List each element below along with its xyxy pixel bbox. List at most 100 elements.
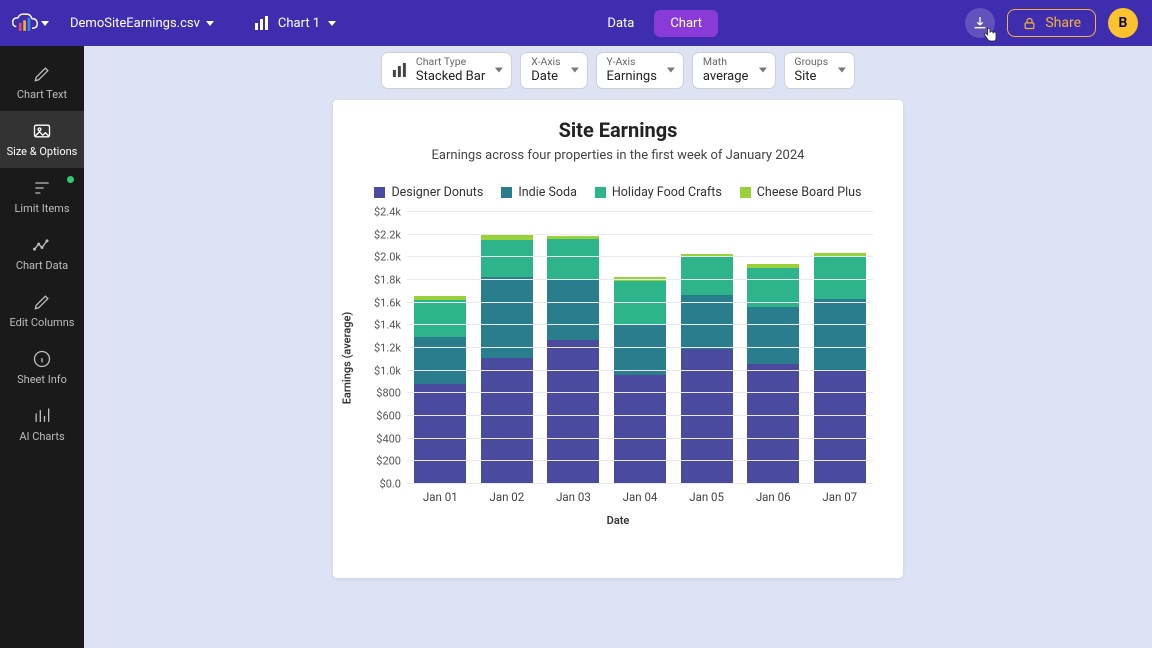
bar-segment[interactable]	[481, 277, 533, 359]
grid-line	[407, 347, 873, 348]
view-tabs: Data Chart	[591, 10, 718, 37]
line-chart-icon	[32, 235, 52, 255]
chart-title: Site Earnings	[559, 118, 678, 142]
config-groups[interactable]: GroupsSite	[783, 52, 855, 89]
bar-segment[interactable]	[414, 300, 466, 336]
x-axis-label: Date	[607, 514, 630, 527]
sidebar-item-chart-text[interactable]: Chart Text	[0, 54, 84, 111]
sidebar: Chart Text Size & Options Limit Items Ch…	[0, 46, 84, 648]
grid-line	[407, 279, 873, 280]
bar-stack[interactable]	[681, 212, 733, 484]
sidebar-item-limit-items[interactable]: Limit Items	[0, 168, 84, 225]
grid-line	[407, 256, 873, 257]
x-tick-label: Jan 01	[407, 484, 474, 508]
x-tick-label: Jan 07	[806, 484, 873, 508]
config-chart-type[interactable]: Chart TypeStacked Bar	[381, 52, 512, 89]
sidebar-item-sheet-info[interactable]: Sheet Info	[0, 339, 84, 396]
chart-plot-area: $0.0$200$400$600$800$1.0k$1.2k$1.4k$1.6k…	[407, 212, 873, 484]
bar-stack[interactable]	[814, 212, 866, 484]
y-tick-label: $2.4k	[374, 206, 407, 219]
config-y-axis[interactable]: Y-AxisEarnings	[596, 52, 684, 89]
y-tick-label: $2.0k	[374, 251, 407, 264]
bar-stack[interactable]	[481, 212, 533, 484]
bar-column	[474, 212, 541, 484]
y-tick-label: $0.0	[380, 478, 407, 491]
download-icon	[972, 15, 988, 31]
legend-swatch	[595, 187, 606, 198]
bar-segment[interactable]	[681, 257, 733, 294]
sidebar-item-size-options[interactable]: Size & Options	[0, 111, 84, 168]
sidebar-item-label: Edit Columns	[10, 316, 75, 329]
y-tick-label: $1.2k	[374, 342, 407, 355]
legend-swatch	[501, 187, 512, 198]
chart-card: Site Earnings Earnings across four prope…	[333, 100, 903, 578]
bar-segment[interactable]	[614, 281, 666, 325]
legend-label: Indie Soda	[518, 185, 577, 200]
legend-item[interactable]: Cheese Board Plus	[740, 185, 862, 200]
bar-segment[interactable]	[547, 279, 599, 340]
sidebar-item-label: AI Charts	[19, 430, 64, 443]
grid-line	[407, 438, 873, 439]
legend-item[interactable]: Indie Soda	[501, 185, 577, 200]
grid-line	[407, 324, 873, 325]
filter-icon	[32, 178, 52, 198]
tab-chart[interactable]: Chart	[654, 10, 718, 37]
bar-column	[540, 212, 607, 484]
tab-data[interactable]: Data	[591, 10, 650, 37]
bar-segment[interactable]	[814, 370, 866, 484]
chevron-down-icon	[495, 68, 503, 73]
bar-segment[interactable]	[681, 295, 733, 349]
bar-segment[interactable]	[547, 340, 599, 484]
pencil-icon	[32, 64, 52, 84]
download-button[interactable]	[965, 8, 995, 38]
sidebar-item-ai-charts[interactable]: AI Charts	[0, 396, 84, 453]
bar-segment[interactable]	[614, 325, 666, 375]
y-tick-label: $800	[376, 387, 407, 400]
y-tick-label: $1.8k	[374, 274, 407, 287]
legend-item[interactable]: Holiday Food Crafts	[595, 185, 722, 200]
user-avatar[interactable]: B	[1108, 8, 1138, 38]
legend-item[interactable]: Designer Donuts	[374, 185, 483, 200]
bar-stack[interactable]	[414, 212, 466, 484]
bar-stack[interactable]	[747, 212, 799, 484]
legend-swatch	[374, 187, 385, 198]
y-tick-label: $400	[376, 432, 407, 445]
y-tick-label: $2.2k	[374, 228, 407, 241]
bar-segment[interactable]	[481, 240, 533, 276]
grid-line	[407, 460, 873, 461]
logo-menu-caret	[41, 21, 49, 26]
bar-segment[interactable]	[547, 239, 599, 279]
topbar: DemoSiteEarnings.csv Chart 1 Data Chart …	[0, 0, 1152, 46]
bar-stack[interactable]	[614, 212, 666, 484]
file-name-dropdown[interactable]: DemoSiteEarnings.csv	[60, 12, 224, 35]
chart-subtitle: Earnings across four properties in the f…	[432, 148, 805, 163]
bar-segment[interactable]	[414, 337, 466, 385]
bar-segment[interactable]	[814, 299, 866, 369]
bar-segment[interactable]	[814, 256, 866, 299]
y-tick-label: $1.6k	[374, 296, 407, 309]
share-label: Share	[1045, 15, 1081, 31]
config-math[interactable]: Mathaverage	[692, 52, 776, 89]
bar-column	[740, 212, 807, 484]
x-tick-label: Jan 04	[607, 484, 674, 508]
chevron-down-icon	[571, 68, 579, 73]
grid-line	[407, 211, 873, 212]
config-x-axis[interactable]: X-AxisDate	[520, 52, 587, 89]
bar-segment[interactable]	[414, 384, 466, 484]
chevron-down-icon	[328, 21, 336, 26]
bar-stack[interactable]	[547, 212, 599, 484]
chart-config-row: Chart TypeStacked Bar X-AxisDate Y-AxisE…	[381, 52, 855, 89]
legend-label: Cheese Board Plus	[757, 185, 862, 200]
sidebar-item-chart-data[interactable]: Chart Data	[0, 225, 84, 282]
bar-segment[interactable]	[747, 364, 799, 484]
share-button[interactable]: Share	[1007, 9, 1096, 37]
y-tick-label: $600	[376, 410, 407, 423]
bar-column	[673, 212, 740, 484]
sidebar-item-label: Size & Options	[7, 145, 78, 158]
sidebar-item-label: Sheet Info	[17, 373, 67, 386]
bar-segment[interactable]	[481, 358, 533, 484]
chart-picker[interactable]: Chart 1	[246, 11, 344, 35]
bar-segment[interactable]	[747, 307, 799, 364]
app-logo[interactable]	[0, 0, 60, 46]
sidebar-item-edit-columns[interactable]: Edit Columns	[0, 282, 84, 339]
